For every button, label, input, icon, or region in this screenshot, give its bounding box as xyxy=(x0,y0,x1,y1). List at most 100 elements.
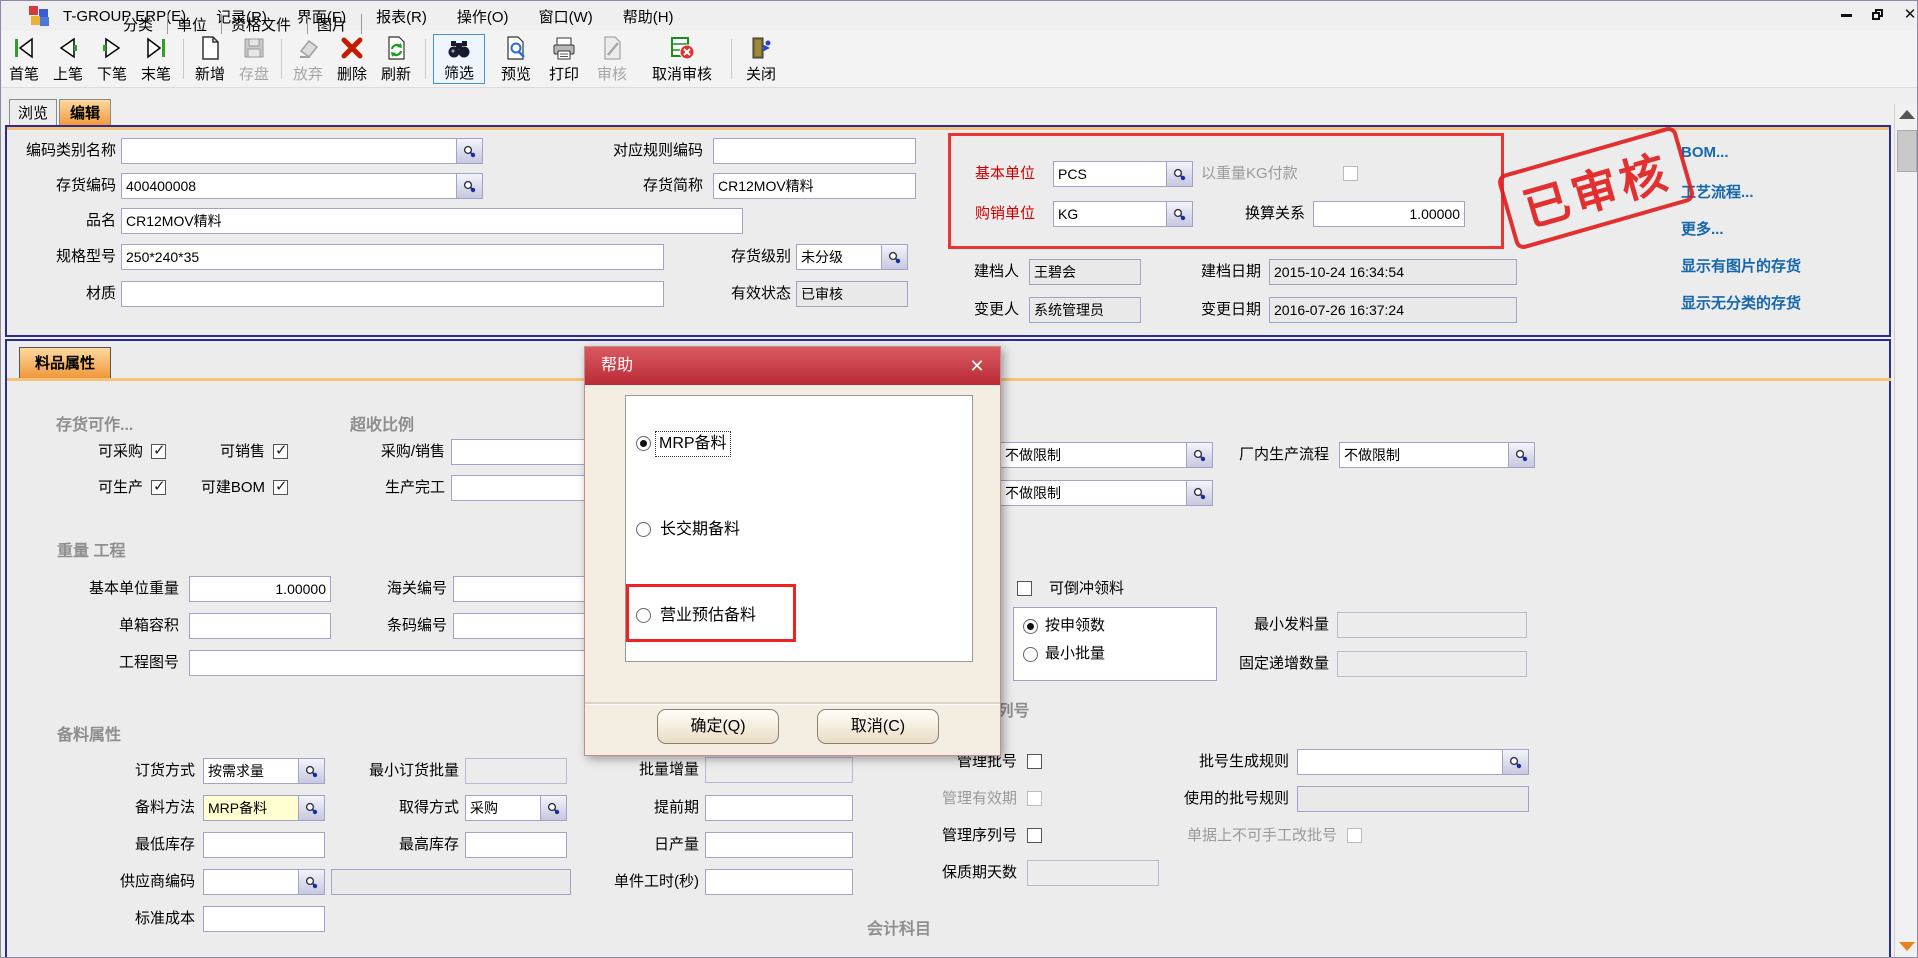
subtab-image[interactable]: 图片 xyxy=(317,14,347,35)
by-request-radio[interactable] xyxy=(1023,619,1038,634)
material-field[interactable] xyxy=(121,281,664,307)
cancel-button[interactable]: 取消(C) xyxy=(817,709,939,744)
menu-help[interactable]: 帮助(H) xyxy=(623,6,674,27)
limit2-field[interactable]: 不做限制 xyxy=(986,480,1213,506)
rule-code-field[interactable] xyxy=(713,138,916,164)
link-bom[interactable]: BOM... xyxy=(1681,144,1729,161)
toolbar-add[interactable]: 新增 xyxy=(189,34,231,84)
lookup-button[interactable] xyxy=(1166,202,1192,226)
toolbar-close[interactable]: 关闭 xyxy=(739,34,783,84)
lead-time-field[interactable] xyxy=(705,795,853,821)
can-bom-checkbox[interactable] xyxy=(273,480,288,495)
max-stock-field[interactable] xyxy=(465,832,567,858)
dialog-title-bar[interactable]: 帮助 xyxy=(585,347,1000,385)
lookup-button[interactable] xyxy=(1166,162,1192,186)
lookup-button[interactable] xyxy=(540,796,566,820)
menu-operate[interactable]: 操作(O) xyxy=(457,6,509,27)
std-cost-field[interactable] xyxy=(203,906,325,932)
toolbar-cancel-audit[interactable]: 取消审核 xyxy=(639,34,725,84)
link-show-unclassified[interactable]: 显示无分类的存货 xyxy=(1681,292,1801,313)
backflush-checkbox[interactable] xyxy=(1017,581,1032,596)
toolbar-preview[interactable]: 预览 xyxy=(493,34,539,84)
min-stock-field[interactable] xyxy=(203,832,325,858)
lookup-button[interactable] xyxy=(1508,443,1534,467)
long-leadtime-option-radio[interactable] xyxy=(636,522,651,537)
toolbar-audit[interactable]: 审核 xyxy=(589,34,635,84)
base-unit-field[interactable]: PCS xyxy=(1053,161,1193,187)
toolbar-first-record[interactable]: 首笔 xyxy=(3,34,45,84)
tab-browse[interactable]: 浏览 xyxy=(9,99,57,126)
sales-forecast-option-label[interactable]: 营业预估备料 xyxy=(660,605,756,627)
can-sale-checkbox[interactable] xyxy=(273,444,288,459)
supplier-field[interactable] xyxy=(203,869,325,895)
close-window-button[interactable]: ✕ xyxy=(1897,5,1918,25)
level-field[interactable]: 未分级 xyxy=(796,244,908,270)
item-code-field[interactable]: 400400008 xyxy=(121,173,483,199)
link-more[interactable]: 更多... xyxy=(1681,218,1724,239)
toolbar-save[interactable]: 存盘 xyxy=(233,34,275,84)
manage-serial-checkbox[interactable] xyxy=(1027,828,1042,843)
order-mode-field[interactable]: 按需求量 xyxy=(203,758,325,784)
batch-rule-field[interactable] xyxy=(1297,749,1529,775)
scroll-down-arrow[interactable] xyxy=(1899,942,1915,951)
drawing-field[interactable] xyxy=(189,650,645,676)
sales-forecast-option-radio[interactable] xyxy=(636,608,651,623)
toolbar-abandon[interactable]: 放弃 xyxy=(287,34,329,84)
mrp-option-radio[interactable] xyxy=(636,436,651,451)
pay-by-kg-checkbox[interactable] xyxy=(1343,166,1358,181)
menu-report[interactable]: 报表(R) xyxy=(376,6,427,27)
can-purchase-checkbox[interactable] xyxy=(151,444,166,459)
min-batch-radio[interactable] xyxy=(1023,647,1038,662)
lookup-button[interactable] xyxy=(881,245,907,269)
can-produce-checkbox[interactable] xyxy=(151,480,166,495)
manage-batch-checkbox[interactable] xyxy=(1027,754,1042,769)
lookup-button[interactable] xyxy=(456,139,482,163)
vertical-scrollbar[interactable] xyxy=(1894,104,1918,958)
long-leadtime-option-label[interactable]: 长交期备料 xyxy=(660,519,740,541)
no-manual-batch-checkbox[interactable] xyxy=(1347,828,1362,843)
code-type-field[interactable] xyxy=(121,138,483,164)
box-volume-field[interactable] xyxy=(189,613,331,639)
conversion-field[interactable]: 1.00000 xyxy=(1313,201,1465,227)
name-field[interactable]: CR12MOV精料 xyxy=(121,208,743,234)
tab-edit[interactable]: 编辑 xyxy=(59,99,111,126)
factory-flow-field[interactable]: 不做限制 xyxy=(1339,442,1535,468)
unit-hours-field[interactable] xyxy=(705,869,853,895)
ok-button[interactable]: 确定(Q) xyxy=(657,709,779,744)
subtab-qualification[interactable]: 资格文件 xyxy=(231,14,291,35)
toolbar-filter[interactable]: 筛选 xyxy=(433,34,485,84)
lookup-button[interactable] xyxy=(298,759,324,783)
lookup-button[interactable] xyxy=(1502,750,1528,774)
menu-window[interactable]: 窗口(W) xyxy=(539,6,593,27)
mrp-option-label[interactable]: MRP备料 xyxy=(656,432,730,456)
restore-button[interactable] xyxy=(1865,5,1891,25)
scroll-up-arrow[interactable] xyxy=(1899,110,1915,119)
base-weight-field[interactable]: 1.00000 xyxy=(189,576,331,602)
subtab-material-attr[interactable]: 料品属性 xyxy=(19,347,111,378)
subtab-category[interactable]: 分类 xyxy=(123,14,153,35)
limit1-field[interactable]: 不做限制 xyxy=(986,442,1213,468)
spec-field[interactable]: 250*240*35 xyxy=(121,244,664,270)
lookup-button[interactable] xyxy=(1186,443,1212,467)
acquire-field[interactable]: 采购 xyxy=(465,795,567,821)
lookup-button[interactable] xyxy=(1186,481,1212,505)
trade-unit-field[interactable]: KG xyxy=(1053,201,1193,227)
toolbar-refresh[interactable]: 刷新 xyxy=(375,34,417,84)
dialog-close-button[interactable]: ✕ xyxy=(966,355,988,377)
daily-output-field[interactable] xyxy=(705,832,853,858)
prep-method-field[interactable]: MRP备料 xyxy=(203,795,325,821)
manage-expiry-checkbox[interactable] xyxy=(1027,791,1042,806)
lookup-button[interactable] xyxy=(298,870,324,894)
toolbar-prev-record[interactable]: 上笔 xyxy=(47,34,89,84)
lookup-button[interactable] xyxy=(456,174,482,198)
toolbar-delete[interactable]: 删除 xyxy=(331,34,373,84)
toolbar-next-record[interactable]: 下笔 xyxy=(91,34,133,84)
link-show-with-image[interactable]: 显示有图片的存货 xyxy=(1681,255,1801,276)
scroll-thumb[interactable] xyxy=(1897,130,1917,172)
subtab-unit[interactable]: 单位 xyxy=(177,14,207,35)
toolbar-print[interactable]: 打印 xyxy=(543,34,585,84)
lookup-button[interactable] xyxy=(298,796,324,820)
item-abbr-field[interactable]: CR12MOV精料 xyxy=(713,173,916,199)
toolbar-last-record[interactable]: 末笔 xyxy=(135,34,177,84)
minimize-button[interactable] xyxy=(1833,5,1859,25)
